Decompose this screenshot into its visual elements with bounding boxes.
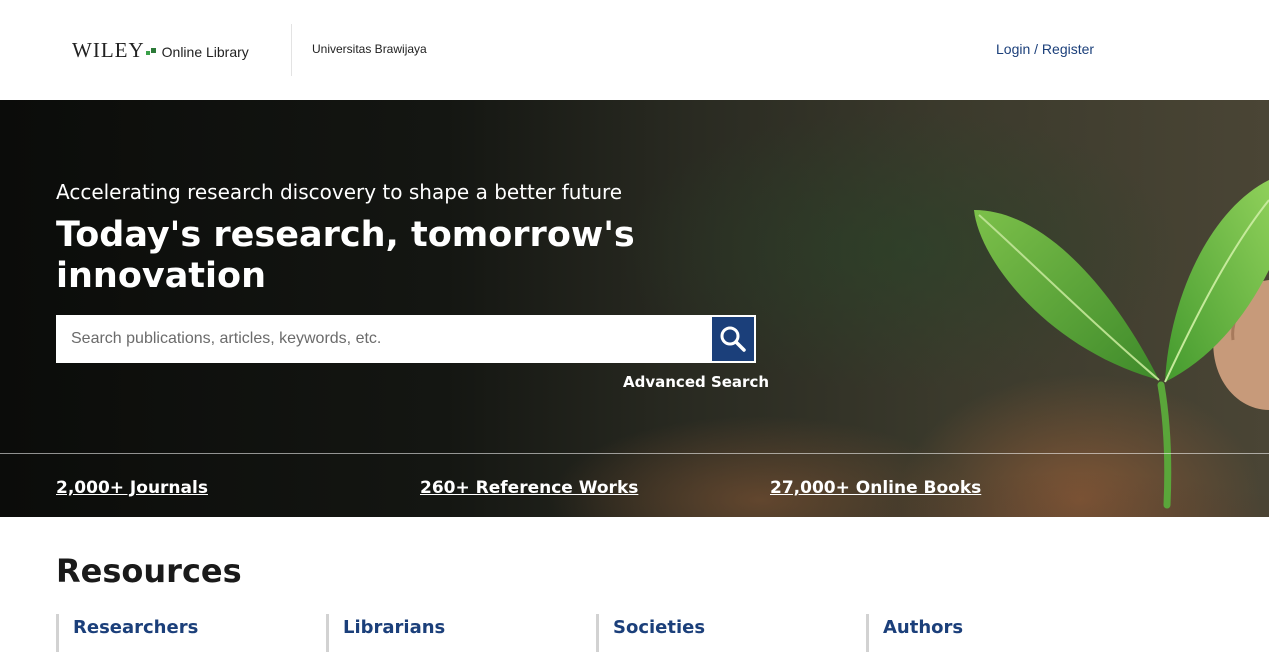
- institution-name: Universitas Brawijaya: [312, 42, 427, 56]
- hero-divider: [0, 453, 1269, 454]
- wiley-online-library-logo[interactable]: WILEY Online Library: [72, 38, 249, 63]
- resource-societies[interactable]: Societies: [596, 614, 705, 652]
- resource-authors[interactable]: Authors: [866, 614, 963, 652]
- resources-heading: Resources: [56, 552, 242, 590]
- stat-reference-works[interactable]: 260+ Reference Works: [420, 478, 638, 498]
- search-input[interactable]: [56, 315, 710, 363]
- resource-researchers[interactable]: Researchers: [56, 614, 198, 652]
- stat-online-books[interactable]: 27,000+ Online Books: [770, 478, 981, 498]
- logo-online-library-text: Online Library: [161, 44, 249, 60]
- hero-banner: Accelerating research discovery to shape…: [0, 100, 1269, 517]
- search-icon: [720, 326, 746, 352]
- logo-wiley-text: WILEY: [72, 38, 145, 62]
- logo-mark-icon: [145, 47, 158, 57]
- search-button[interactable]: [710, 315, 756, 363]
- seedling-image: [849, 180, 1269, 517]
- stat-journals[interactable]: 2,000+ Journals: [56, 478, 208, 498]
- search-form: [56, 315, 756, 363]
- resource-librarians[interactable]: Librarians: [326, 614, 445, 652]
- hero-subtitle: Accelerating research discovery to shape…: [56, 180, 623, 204]
- site-header: WILEY Online Library Universitas Brawija…: [0, 0, 1269, 100]
- advanced-search-link[interactable]: Advanced Search: [623, 373, 769, 391]
- login-register-link[interactable]: Login / Register: [996, 41, 1094, 57]
- hero-title: Today's research, tomorrow's innovation: [56, 215, 635, 296]
- header-divider: [291, 24, 292, 76]
